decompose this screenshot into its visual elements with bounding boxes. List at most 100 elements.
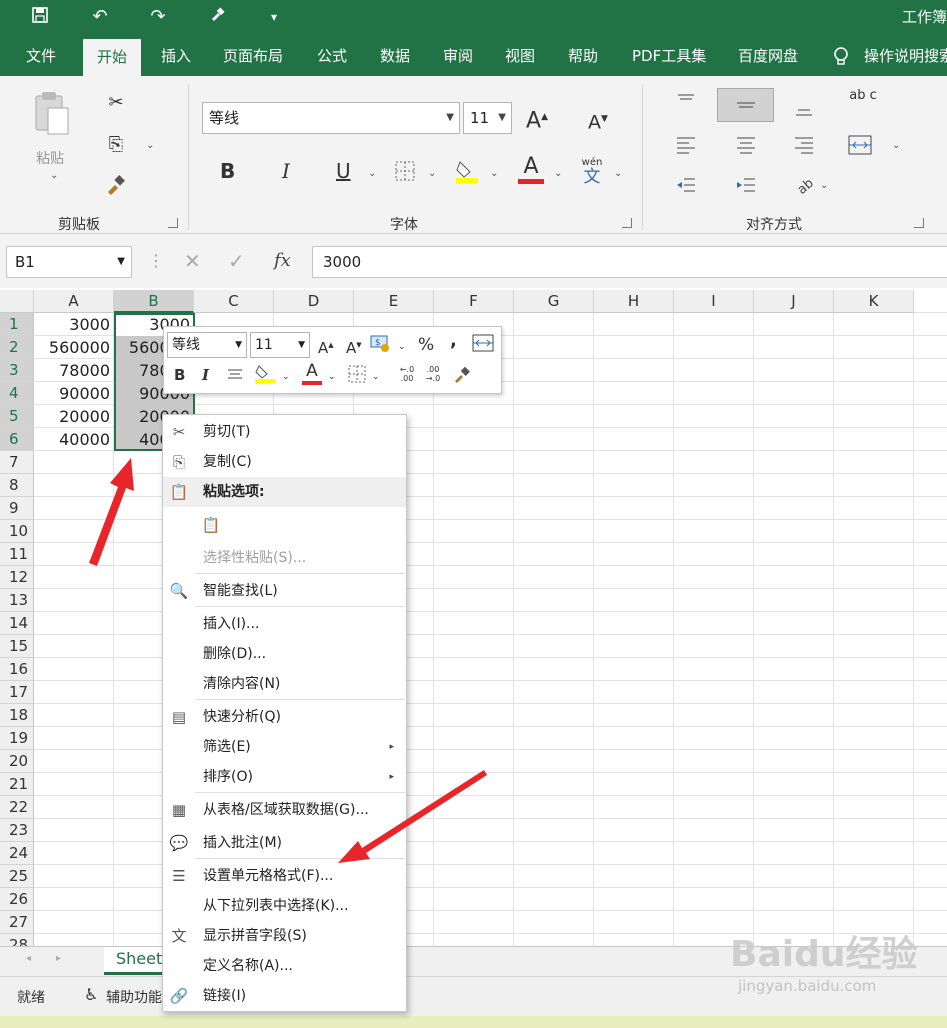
row-header[interactable]: 19 [0, 727, 34, 750]
paste-option-button[interactable]: 📋 [163, 507, 406, 543]
alignment-launcher-icon[interactable] [914, 218, 924, 228]
copy-menu-item[interactable]: ⎘ 复制(C) [163, 447, 406, 477]
align-middle-button[interactable] [717, 88, 774, 122]
font-color-icon[interactable]: A [516, 156, 546, 184]
column-header[interactable]: I [674, 290, 754, 313]
orientation-icon[interactable]: ab [790, 174, 818, 202]
align-left-icon[interactable] [672, 134, 700, 162]
column-header[interactable]: E [354, 290, 434, 313]
underline-dropdown-icon[interactable]: ⌄ [368, 168, 376, 179]
format-cells-menu-item[interactable]: ☰ 设置单元格格式(F)... [163, 861, 406, 891]
row-header[interactable]: 6 [0, 428, 34, 451]
format-painter-icon[interactable] [104, 174, 128, 202]
row-header[interactable]: 8 [0, 474, 34, 497]
wrap-text-icon[interactable]: ab c [848, 89, 878, 102]
row-header[interactable]: 26 [0, 888, 34, 911]
tab-home[interactable]: 开始 [83, 39, 142, 76]
tab-formulas[interactable]: 公式 [317, 36, 347, 76]
mini-align-center-icon[interactable] [226, 365, 244, 388]
insert-comment-menu-item[interactable]: 💬 插入批注(M) [163, 828, 406, 858]
scroll-right-icon[interactable]: ▸ [56, 953, 61, 964]
row-header[interactable]: 23 [0, 819, 34, 842]
tab-help[interactable]: 帮助 [568, 36, 598, 76]
wrap-columns-icon[interactable] [472, 333, 494, 358]
row-header[interactable]: 3 [0, 359, 34, 382]
tab-baidu-netdisk[interactable]: 百度网盘 [738, 36, 798, 76]
align-right-icon[interactable] [790, 134, 818, 162]
comma-button[interactable]: , [450, 331, 457, 351]
font-size-combo[interactable]: 11 ▼ [463, 102, 512, 134]
mini-font-color-icon[interactable]: A [300, 361, 324, 385]
row-header[interactable]: 2 [0, 336, 34, 359]
filter-menu-item[interactable]: 筛选(E) ▸ [163, 732, 406, 762]
fill-color-icon[interactable] [454, 158, 480, 190]
tab-pdf-tools[interactable]: PDF工具集 [632, 36, 706, 76]
tab-view[interactable]: 视图 [505, 36, 535, 76]
row-header[interactable]: 9 [0, 497, 34, 520]
paste-special-menu-item[interactable]: 选择性粘贴(S)... [163, 543, 406, 573]
align-center-icon[interactable] [732, 134, 760, 162]
tab-page-layout[interactable]: 页面布局 [223, 36, 283, 76]
insert-function-button[interactable]: fx [274, 246, 291, 276]
row-header[interactable]: 22 [0, 796, 34, 819]
cut-menu-item[interactable]: ✂ 剪切(T) [163, 417, 406, 447]
row-header[interactable]: 25 [0, 865, 34, 888]
decrease-indent-icon[interactable] [672, 174, 700, 202]
phonetic-dropdown-icon[interactable]: ⌄ [614, 168, 622, 179]
row-header[interactable]: 10 [0, 520, 34, 543]
column-header[interactable]: A [34, 290, 114, 313]
paste-dropdown-icon[interactable]: ⌄ [50, 170, 58, 181]
column-header[interactable]: F [434, 290, 514, 313]
row-header[interactable]: 18 [0, 704, 34, 727]
accessibility-status[interactable]: 辅助功能 [106, 987, 162, 1007]
align-top-icon[interactable] [672, 90, 700, 118]
save-icon[interactable] [26, 6, 54, 30]
phonetic-guide-icon[interactable]: wén 文 [576, 158, 608, 187]
smart-lookup-menu-item[interactable]: 🔍 智能查找(L) [163, 576, 406, 606]
accounting-format-icon[interactable]: $ [370, 333, 392, 358]
cell-value[interactable]: 90000 [34, 382, 114, 405]
lightbulb-icon[interactable] [832, 36, 850, 76]
mini-format-painter-icon[interactable] [452, 365, 472, 390]
copy-dropdown-icon[interactable]: ⌄ [146, 140, 154, 151]
decrease-font-icon[interactable]: A▼ [346, 335, 362, 358]
clipboard-launcher-icon[interactable] [168, 218, 178, 228]
border-icon[interactable] [394, 160, 416, 188]
get-data-menu-item[interactable]: ▦ 从表格/区域获取数据(G)... [163, 795, 406, 825]
font-color-dropdown-icon[interactable]: ⌄ [554, 168, 562, 179]
column-header[interactable]: C [194, 290, 274, 313]
fill-color-dropdown-icon[interactable]: ⌄ [490, 168, 498, 179]
font-launcher-icon[interactable] [622, 218, 632, 228]
row-header[interactable]: 12 [0, 566, 34, 589]
increase-font-icon[interactable]: A▲ [526, 106, 548, 132]
enter-icon[interactable]: ✓ [228, 246, 245, 276]
name-box[interactable]: B1 ▼ [6, 246, 132, 278]
tab-review[interactable]: 审阅 [443, 36, 473, 76]
cancel-icon[interactable]: ✕ [184, 246, 201, 276]
mini-fill-dropdown-icon[interactable]: ⌄ [282, 367, 290, 387]
row-header[interactable]: 21 [0, 773, 34, 796]
paste-label[interactable]: 粘贴 [36, 148, 64, 168]
row-header[interactable]: 20 [0, 750, 34, 773]
sort-menu-item[interactable]: 排序(O) ▸ [163, 762, 406, 792]
dropdown-icon[interactable]: ▾ [260, 6, 288, 28]
merge-center-icon[interactable] [846, 134, 874, 162]
row-header[interactable]: 24 [0, 842, 34, 865]
row-header[interactable]: 14 [0, 612, 34, 635]
select-all-corner[interactable] [0, 290, 34, 313]
row-header[interactable]: 5 [0, 405, 34, 428]
align-bottom-icon[interactable] [790, 98, 818, 126]
accounting-dropdown-icon[interactable]: ⌄ [398, 337, 406, 357]
italic-button[interactable]: I [282, 160, 290, 182]
row-header[interactable]: 11 [0, 543, 34, 566]
row-header[interactable]: 4 [0, 382, 34, 405]
show-phonetic-menu-item[interactable]: 文显示拼音字段(S) [163, 921, 406, 951]
link-menu-item[interactable]: 🔗 链接(I) [163, 981, 406, 1011]
quick-analysis-menu-item[interactable]: ▤ 快速分析(Q) [163, 702, 406, 732]
column-header[interactable]: J [754, 290, 834, 313]
decrease-font-icon[interactable]: A▼ [588, 108, 608, 133]
column-header[interactable]: B [114, 290, 194, 313]
row-header[interactable]: 16 [0, 658, 34, 681]
mini-font-name-combo[interactable]: 等线 ▼ [167, 332, 247, 358]
mini-border-dropdown-icon[interactable]: ⌄ [372, 367, 380, 387]
